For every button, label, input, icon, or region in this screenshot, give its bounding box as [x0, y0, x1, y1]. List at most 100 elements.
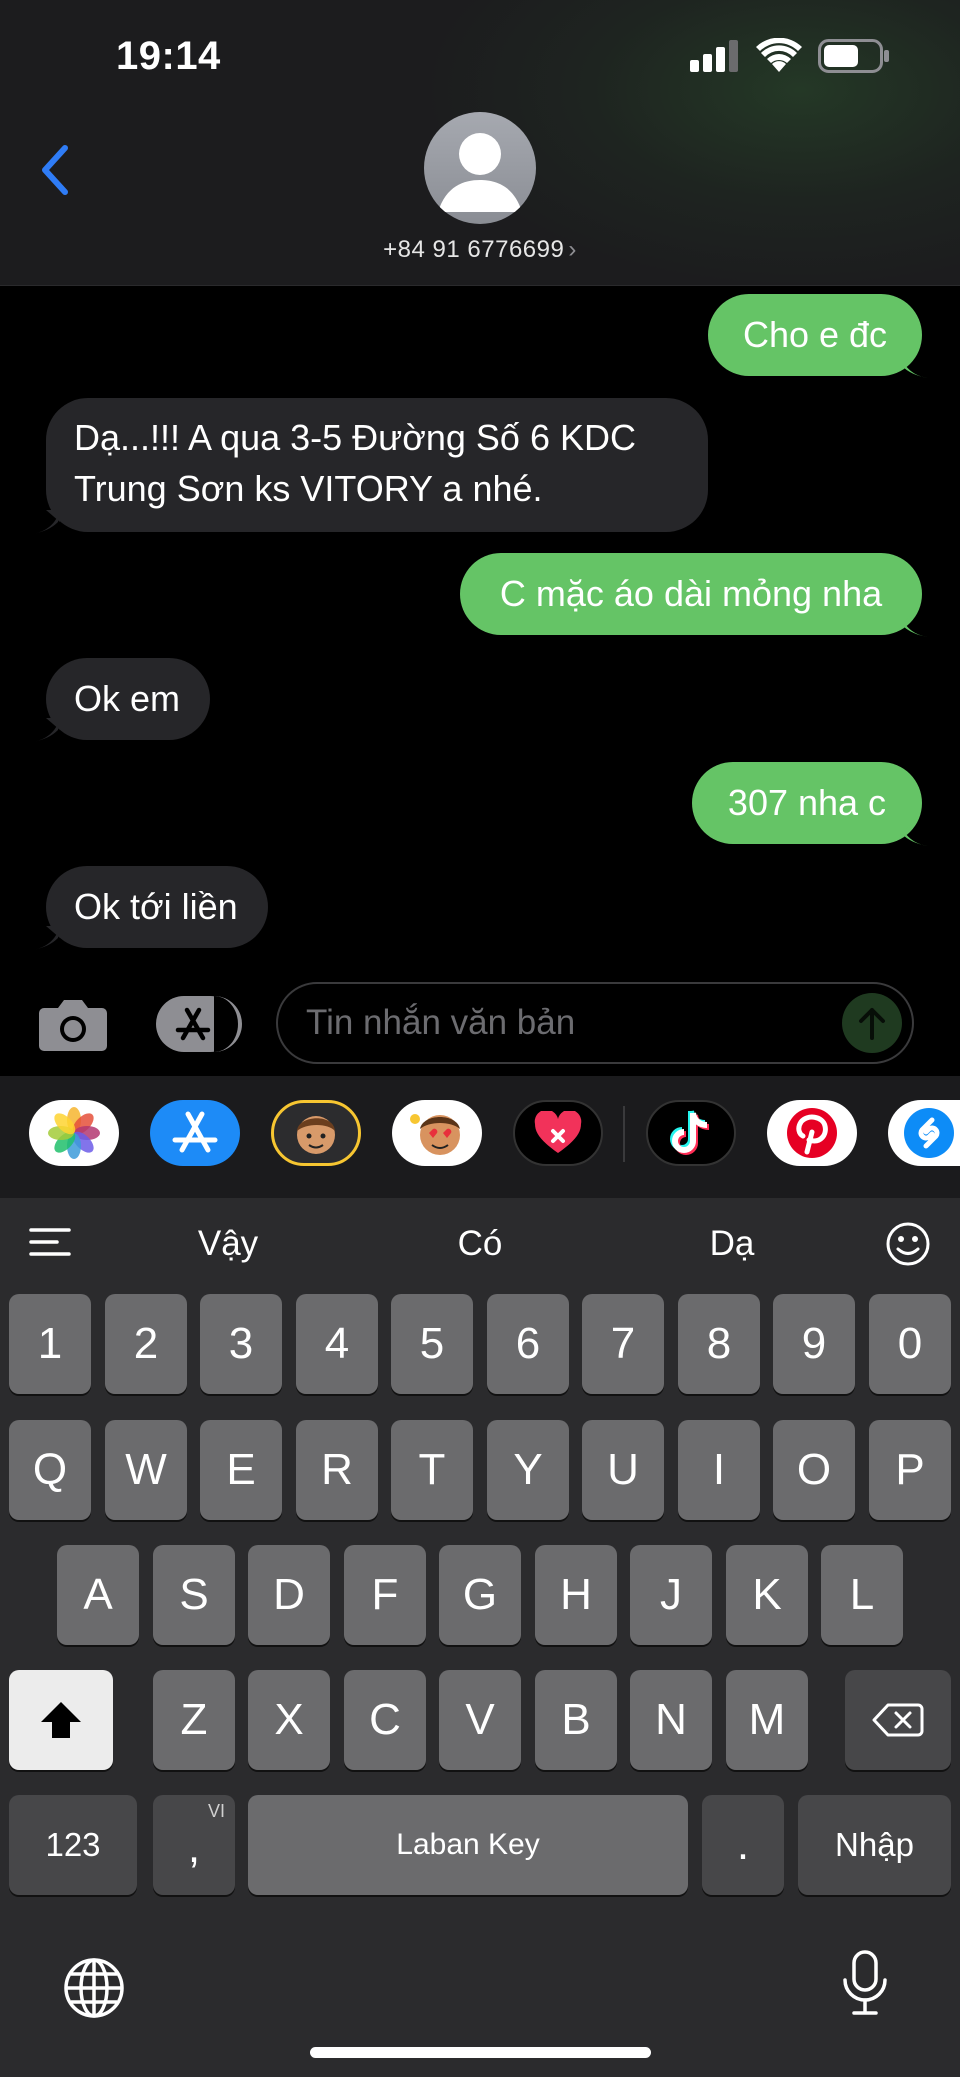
heart-icon: [534, 1111, 582, 1153]
outgoing-bubble-tail: [900, 354, 928, 378]
outgoing-message[interactable]: C mặc áo dài mỏng nha: [460, 553, 922, 635]
pinterest-icon[interactable]: [767, 1100, 857, 1166]
menu-lines-icon[interactable]: [28, 1224, 72, 1260]
key-a[interactable]: A: [57, 1545, 139, 1645]
suggestion-2[interactable]: Có: [400, 1216, 560, 1272]
outgoing-bubble-tail: [900, 822, 928, 846]
key-u[interactable]: U: [582, 1420, 664, 1520]
pinterest-logo-icon: [787, 1108, 837, 1158]
suggestion-3[interactable]: Dạ: [652, 1216, 812, 1272]
key-6[interactable]: 6: [487, 1294, 569, 1394]
contact-number[interactable]: +84 91 6776699 ›: [0, 236, 960, 264]
key-z[interactable]: Z: [153, 1670, 235, 1770]
key-b[interactable]: B: [535, 1670, 617, 1770]
key-7[interactable]: 7: [582, 1294, 664, 1394]
period-key[interactable]: .: [702, 1795, 784, 1895]
key-m[interactable]: M: [726, 1670, 808, 1770]
key-x[interactable]: X: [248, 1670, 330, 1770]
app-store-a-icon: [172, 1111, 218, 1153]
camera-button[interactable]: [38, 996, 108, 1052]
cellular-signal-icon: [690, 40, 738, 72]
numbers-key[interactable]: 123: [9, 1795, 137, 1895]
key-k[interactable]: K: [726, 1545, 808, 1645]
digital-touch-icon[interactable]: [513, 1100, 603, 1166]
chevron-right-icon: ›: [568, 236, 577, 263]
key-c[interactable]: C: [344, 1670, 426, 1770]
key-t[interactable]: T: [391, 1420, 473, 1520]
chevron-left-icon: [42, 145, 68, 195]
key-i[interactable]: I: [678, 1420, 760, 1520]
home-indicator[interactable]: [310, 2047, 651, 2058]
key-p[interactable]: P: [869, 1420, 951, 1520]
suggestion-bar: Vậy Có Dạ: [0, 1198, 960, 1288]
comma-key[interactable]: , VI: [153, 1795, 235, 1895]
key-1[interactable]: 1: [9, 1294, 91, 1394]
delete-key[interactable]: [845, 1670, 951, 1770]
shazam-icon[interactable]: [888, 1100, 960, 1166]
incoming-message[interactable]: Ok tới liền: [46, 866, 268, 948]
app-store-icon[interactable]: [150, 1100, 240, 1166]
key-5[interactable]: 5: [391, 1294, 473, 1394]
key-0[interactable]: 0: [869, 1294, 951, 1394]
key-e[interactable]: E: [200, 1420, 282, 1520]
memoji-face-icon: [297, 1116, 335, 1154]
contact-number-text: +84 91 6776699: [383, 236, 565, 263]
animoji-icon[interactable]: [392, 1100, 482, 1166]
message-text-input[interactable]: [276, 982, 914, 1064]
key-l[interactable]: L: [821, 1545, 903, 1645]
emoji-face-icon[interactable]: [884, 1220, 932, 1268]
app-store-apps-button[interactable]: [156, 996, 242, 1052]
key-2[interactable]: 2: [105, 1294, 187, 1394]
outgoing-message[interactable]: Cho e đc: [708, 294, 922, 376]
key-3[interactable]: 3: [200, 1294, 282, 1394]
key-f[interactable]: F: [344, 1545, 426, 1645]
globe-icon[interactable]: [62, 1956, 126, 2020]
key-9[interactable]: 9: [773, 1294, 855, 1394]
drawer-divider: [623, 1106, 625, 1162]
key-o[interactable]: O: [773, 1420, 855, 1520]
incoming-bubble-tail: [32, 718, 60, 742]
person-silhouette-icon: [438, 133, 522, 212]
key-q[interactable]: Q: [9, 1420, 91, 1520]
back-button[interactable]: [30, 140, 80, 200]
heart-eyes-face-icon: [410, 1114, 460, 1155]
key-n[interactable]: N: [630, 1670, 712, 1770]
key-r[interactable]: R: [296, 1420, 378, 1520]
send-button[interactable]: [842, 993, 902, 1053]
photos-app-icon[interactable]: [29, 1100, 119, 1166]
tiktok-icon[interactable]: [646, 1100, 736, 1166]
shift-key[interactable]: [9, 1670, 113, 1770]
suggestion-1[interactable]: Vậy: [148, 1216, 308, 1272]
status-time: 19:14: [116, 34, 221, 78]
tiktok-note-icon: [670, 1110, 710, 1155]
key-s[interactable]: S: [153, 1545, 235, 1645]
memoji-sticker-icon[interactable]: [271, 1100, 361, 1166]
incoming-message[interactable]: Dạ...!!! A qua 3-5 Đường Số 6 KDC Trung …: [46, 398, 708, 532]
return-key[interactable]: Nhập: [798, 1795, 951, 1895]
key-8[interactable]: 8: [678, 1294, 760, 1394]
camera-icon: [39, 1000, 107, 1051]
apps-button-edge: [214, 996, 242, 1052]
comma-label: ,: [187, 1823, 201, 1872]
microphone-icon[interactable]: [840, 1950, 890, 2016]
key-w[interactable]: W: [105, 1420, 187, 1520]
key-d[interactable]: D: [248, 1545, 330, 1645]
backspace-icon: [872, 1703, 924, 1737]
key-j[interactable]: J: [630, 1545, 712, 1645]
shazam-logo-icon: [904, 1108, 954, 1158]
battery-icon: [818, 39, 889, 73]
incoming-message[interactable]: Ok em: [46, 658, 210, 740]
outgoing-message[interactable]: 307 nha c: [692, 762, 922, 844]
key-4[interactable]: 4: [296, 1294, 378, 1394]
key-v[interactable]: V: [439, 1670, 521, 1770]
key-y[interactable]: Y: [487, 1420, 569, 1520]
shift-arrow-icon: [41, 1702, 81, 1738]
space-key[interactable]: Laban Key: [248, 1795, 688, 1895]
outgoing-bubble-tail: [900, 613, 928, 637]
comma-superscript-label: VI: [207, 1801, 225, 1821]
conversation-header: 19:14 +84 91 6776699 ›: [0, 0, 960, 286]
app-store-a-icon: [175, 1007, 211, 1041]
key-g[interactable]: G: [439, 1545, 521, 1645]
contact-avatar[interactable]: [424, 112, 536, 224]
key-h[interactable]: H: [535, 1545, 617, 1645]
